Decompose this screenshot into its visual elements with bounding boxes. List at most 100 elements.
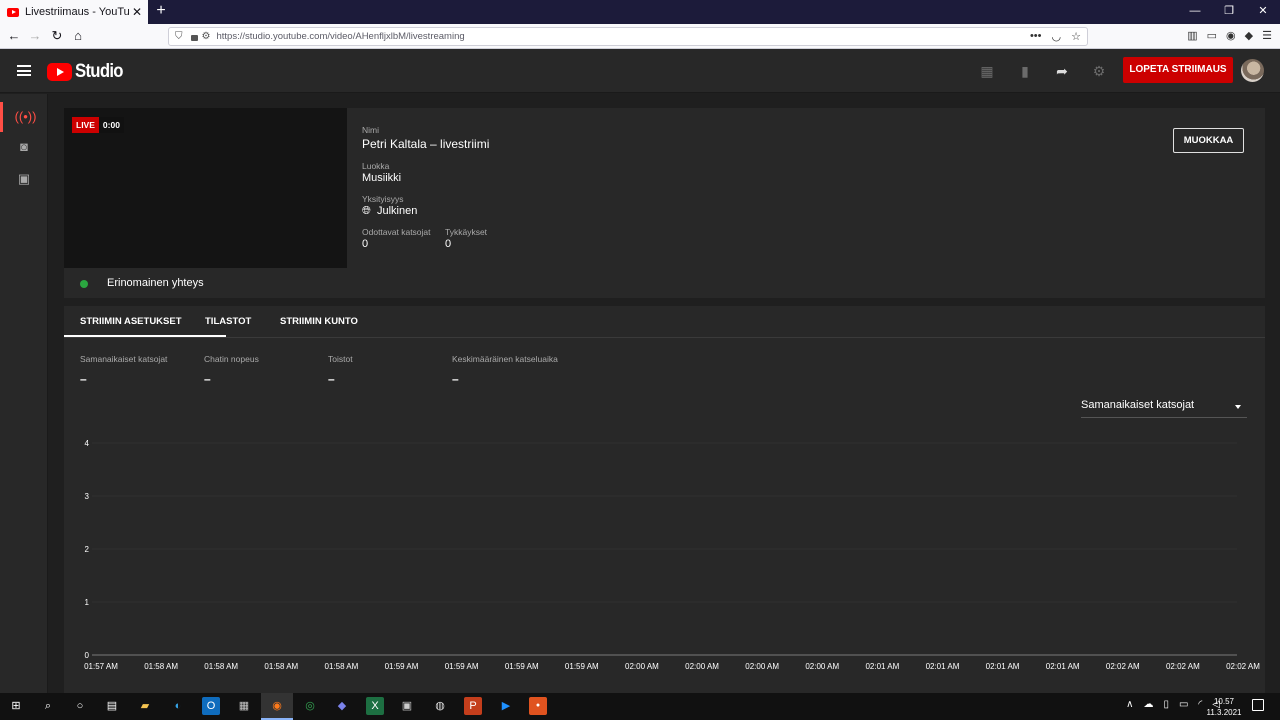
network-icon[interactable]: ◜ xyxy=(1198,699,1202,710)
task-view-icon[interactable]: ▤ xyxy=(103,697,121,715)
tray-overflow-icon[interactable]: ∧ xyxy=(1126,699,1133,710)
webcam-icon[interactable]: ◙ xyxy=(0,132,48,162)
tab-stream-health[interactable]: STRIIMIN KUNTO xyxy=(280,316,358,327)
close-window-button[interactable]: ✕ xyxy=(1246,0,1280,24)
excel-icon[interactable]: X xyxy=(366,697,384,715)
minimize-window-button[interactable]: — xyxy=(1178,0,1212,24)
end-stream-button[interactable]: LOPETA STRIIMAUS xyxy=(1123,57,1233,83)
onedrive-icon[interactable]: ☁ xyxy=(1143,699,1153,710)
privacy-label: Yksityisyys xyxy=(362,194,404,204)
page-actions-icon[interactable]: ••• xyxy=(1030,30,1042,43)
settings-gear-icon[interactable]: ⚙ xyxy=(1090,62,1108,80)
avatar[interactable] xyxy=(1241,59,1264,82)
calculator-icon[interactable]: ▦ xyxy=(235,697,253,715)
chat-rate-value: – xyxy=(204,372,211,386)
firefox-icon[interactable]: ◉ xyxy=(268,697,286,715)
y-tick-label: 4 xyxy=(85,439,90,448)
browser-tab[interactable]: Livestriimaus - YouTube Studio ✕ xyxy=(0,0,148,24)
edit-button[interactable]: MUOKKAA xyxy=(1173,128,1244,153)
bookmark-icon[interactable]: ▮ xyxy=(1016,62,1034,80)
url-text[interactable]: https://studio.youtube.com/video/AHenflj… xyxy=(216,31,1029,42)
extension-icon[interactable]: ◆ xyxy=(1245,27,1253,45)
x-tick-label: 01:58 AM xyxy=(264,662,298,671)
likes-label: Tykkäykset xyxy=(445,227,488,237)
chevron-down-icon xyxy=(1235,405,1241,409)
library-icon[interactable]: ▥ xyxy=(1187,27,1197,45)
x-tick-label: 01:59 AM xyxy=(445,662,479,671)
menu-icon[interactable]: ☰ xyxy=(1262,27,1272,45)
x-tick-label: 01:57 AM xyxy=(84,662,118,671)
powerpoint-icon[interactable]: P xyxy=(464,697,482,715)
window-controls: — ❐ ✕ xyxy=(1178,0,1280,24)
restore-window-button[interactable]: ❐ xyxy=(1212,0,1246,24)
edge-icon[interactable]: ◐ xyxy=(169,697,187,715)
waiting-viewers-value: 0 xyxy=(362,238,369,250)
cortana-icon[interactable]: ○ xyxy=(71,697,89,715)
category-label: Luokka xyxy=(362,161,390,171)
live-stream-icon[interactable]: ((•)) xyxy=(0,102,48,132)
x-tick-label: 01:58 AM xyxy=(144,662,178,671)
stream-preview[interactable]: LIVE 0:00 xyxy=(64,108,347,268)
windows-start-icon[interactable]: ⊞ xyxy=(7,697,25,715)
new-tab-button[interactable]: + xyxy=(152,0,170,24)
youtube-favicon-icon xyxy=(7,7,19,17)
lock-icon[interactable] xyxy=(190,34,198,41)
microphone-icon[interactable]: ▯ xyxy=(1163,699,1169,710)
tab-statistics[interactable]: TILASTOT xyxy=(205,316,251,327)
views-label: Toistot xyxy=(328,354,353,364)
name-label: Nimi xyxy=(362,125,379,135)
concurrent-viewers-label: Samanaikaiset katsojat xyxy=(80,354,168,364)
home-icon[interactable]: ⌂ xyxy=(69,27,87,45)
pocket-icon[interactable]: ◡ xyxy=(1052,30,1062,43)
notification-icon[interactable] xyxy=(1252,699,1264,711)
sidebar-icon[interactable]: ▭ xyxy=(1207,27,1217,45)
search-icon[interactable]: ⌕ xyxy=(39,697,57,715)
video-app-icon[interactable]: ▶ xyxy=(497,697,515,715)
privacy-value: Julkinen xyxy=(377,205,418,217)
y-tick-label: 1 xyxy=(85,598,90,607)
tab-stream-settings[interactable]: STRIIMIN ASETUKSET xyxy=(80,316,182,327)
account-icon[interactable]: ◉ xyxy=(1226,27,1236,45)
terminal-icon[interactable]: ▣ xyxy=(398,697,416,715)
chrome-icon[interactable]: ◎ xyxy=(301,697,319,715)
views-value: – xyxy=(328,372,335,386)
concurrent-viewers-chart: 0 1 2 3 4 01:57 AM 01:58 AM 01:58 AM 01:58 AM 01:… xyxy=(84,439,1260,671)
stream-title: Petri Kaltala – livestriimi xyxy=(362,137,490,151)
outlook-icon[interactable]: O xyxy=(202,697,220,715)
concurrent-viewers-value: – xyxy=(80,372,87,386)
x-tick-label: 02:02 AM xyxy=(1106,662,1140,671)
clock-time: 10.57 xyxy=(1213,697,1235,706)
obs-icon[interactable]: ◍ xyxy=(431,697,449,715)
bookmark-star-icon[interactable]: ☆ xyxy=(1071,30,1081,43)
left-rail: ((•)) ◙ ▣ xyxy=(0,94,48,694)
share-icon[interactable]: ➦ xyxy=(1053,62,1071,80)
clapperboard-icon[interactable]: ▦ xyxy=(978,62,996,80)
address-bar[interactable]: ⛉ ⚙ https://studio.youtube.com/video/AHe… xyxy=(168,27,1088,46)
y-tick-label: 3 xyxy=(85,492,90,501)
x-tick-label: 02:00 AM xyxy=(745,662,779,671)
connection-status-text: Erinomainen yhteys xyxy=(107,277,204,289)
hamburger-menu-icon[interactable] xyxy=(17,65,31,76)
calendar-icon[interactable]: ▣ xyxy=(0,164,48,194)
x-tick-label: 01:59 AM xyxy=(385,662,419,671)
tracking-shield-icon[interactable]: ⛉ xyxy=(175,31,183,42)
stream-info-panel: LIVE 0:00 Nimi Petri Kaltala – livestrii… xyxy=(64,108,1265,298)
metric-select[interactable]: Samanaikaiset katsojat xyxy=(1081,396,1247,418)
file-explorer-icon[interactable]: ▰ xyxy=(136,697,154,715)
system-clock[interactable]: 10.57 11.3.2021 xyxy=(1204,696,1244,718)
back-arrow-icon[interactable]: ← xyxy=(5,27,23,45)
x-tick-label: 02:02 AM xyxy=(1226,662,1260,671)
clock-date: 11.3.2021 xyxy=(1206,708,1242,717)
permissions-icon[interactable]: ⚙ xyxy=(202,31,211,42)
live-app-icon[interactable]: ● xyxy=(529,697,547,715)
forward-arrow-icon[interactable]: → xyxy=(26,27,44,45)
close-tab-icon[interactable]: ✕ xyxy=(130,5,144,19)
usb-icon[interactable]: ▭ xyxy=(1179,699,1188,710)
teams-icon[interactable]: ◆ xyxy=(333,697,351,715)
globe-icon: 🌐︎ xyxy=(362,205,371,217)
windows-taskbar: ⊞ ⌕ ○ ▤ ▰ ◐ O ▦ ◉ ◎ ◆ X ▣ ◍ P ▶ ● ∧ ☁ ▯ … xyxy=(0,693,1280,720)
youtube-studio-logo[interactable]: Studio xyxy=(47,61,129,83)
reload-icon[interactable]: ↻ xyxy=(48,27,66,45)
connection-status-dot-icon xyxy=(80,280,88,288)
category-value: Musiikki xyxy=(362,172,402,184)
